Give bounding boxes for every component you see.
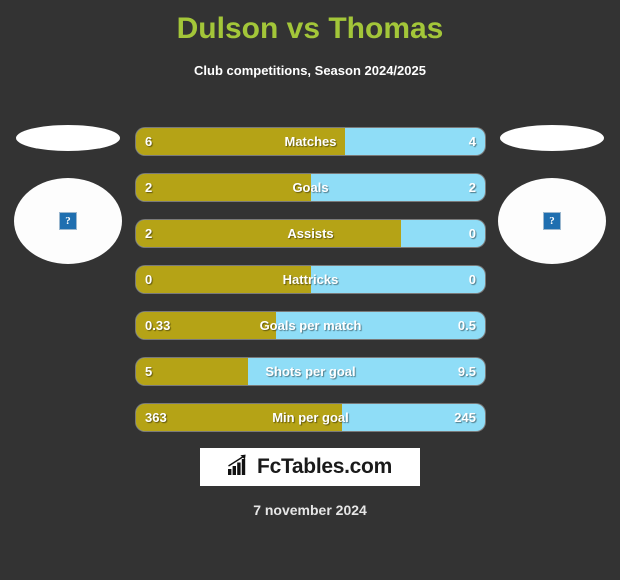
away-stat-value: 2	[468, 180, 476, 195]
away-stat-value: 245	[454, 410, 476, 425]
away-stat-value: 0	[468, 226, 476, 241]
away-stat-value: 4	[468, 134, 476, 149]
stat-label: Matches	[284, 134, 337, 149]
stat-row-hattricks: 0 Hattricks 0	[136, 266, 485, 293]
stat-row-assists: 2 Assists 0	[136, 220, 485, 247]
home-team-flag-icon	[16, 125, 120, 151]
stat-row-goals: 2 Goals 2	[136, 174, 485, 201]
stat-row-matches: 6 Matches 4	[136, 128, 485, 155]
stat-bars-list: 6 Matches 4 2 Goals 2 2 Assists 0 0 Hatt…	[136, 128, 485, 450]
away-stat-value: 9.5	[457, 364, 476, 379]
stat-row-shots-per-goal: 5 Shots per goal 9.5	[136, 358, 485, 385]
home-team-emblem: ?	[6, 120, 130, 280]
stat-label: Assists	[287, 226, 334, 241]
broken-image-icon: ?	[59, 212, 77, 230]
stat-row-goals-per-match: 0.33 Goals per match 0.5	[136, 312, 485, 339]
broken-image-icon: ?	[543, 212, 561, 230]
footer-date: 7 november 2024	[253, 502, 367, 518]
away-stat-value: 0.5	[457, 318, 476, 333]
stat-label: Goals	[292, 180, 329, 195]
away-team-emblem: ?	[490, 120, 614, 280]
stat-label: Hattricks	[282, 272, 339, 287]
site-logo[interactable]: FcTables.com	[200, 448, 420, 486]
stat-label: Goals per match	[259, 318, 362, 333]
stat-row-min-per-goal: 363 Min per goal 245	[136, 404, 485, 431]
away-team-crest: ?	[498, 178, 606, 264]
away-team-flag-icon	[500, 125, 604, 151]
page-subtitle: Club competitions, Season 2024/2025	[194, 63, 426, 78]
stat-label: Min per goal	[272, 410, 349, 425]
stat-comparison-page: Dulson vs Thomas Club competitions, Seas…	[0, 0, 620, 580]
page-title: Dulson vs Thomas	[176, 12, 444, 45]
bar-chart-icon	[228, 454, 252, 481]
stat-label: Shots per goal	[265, 364, 356, 379]
away-stat-value: 0	[468, 272, 476, 287]
logo-inner: FcTables.com	[228, 454, 392, 481]
home-team-crest: ?	[14, 178, 122, 264]
logo-text: FcTables.com	[257, 455, 392, 478]
